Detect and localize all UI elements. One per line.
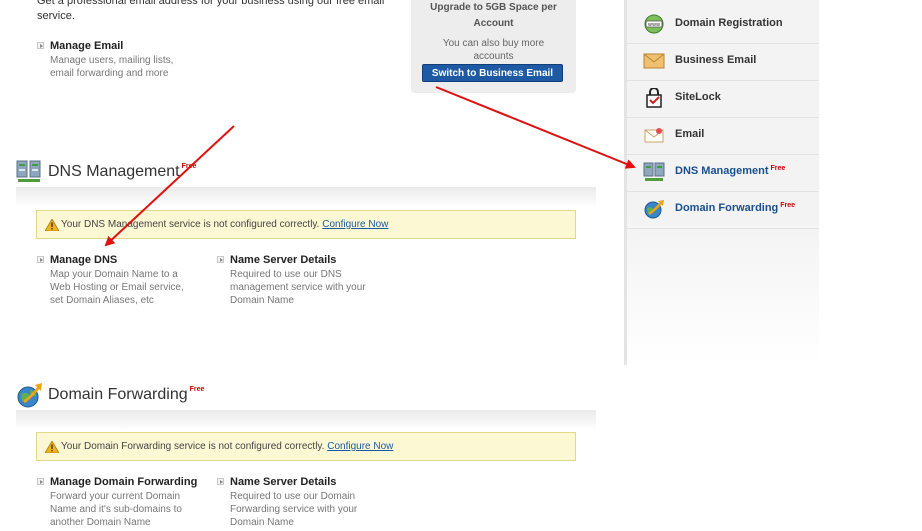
manage-email-desc: Manage users, mailing lists, email forwa… <box>50 55 174 79</box>
sidebar-item-label: Domain Registration <box>675 17 783 29</box>
email-icon <box>644 128 664 143</box>
bullet-arrow-icon <box>37 478 44 485</box>
dns-warning-text: Your DNS Management service is not confi… <box>61 219 320 230</box>
forwarding-configure-now-link[interactable]: Configure Now <box>327 441 393 452</box>
svg-text:www: www <box>648 22 660 28</box>
server-icon <box>16 160 41 182</box>
upgrade-subtitle: You can also buy more accounts <box>442 38 545 62</box>
manage-dns-desc: Map your Domain Name to a Web Hosting or… <box>50 269 184 306</box>
bullet-arrow-icon <box>217 256 224 263</box>
server-icon <box>643 162 665 181</box>
section-divider <box>16 410 596 430</box>
forwarding-name-server-title[interactable]: Name Server Details <box>230 476 397 488</box>
dns-section-title: DNS Management Free <box>48 163 197 180</box>
switch-to-business-email-button[interactable]: Switch to Business Email <box>422 64 563 82</box>
free-badge: Free <box>780 202 796 209</box>
forwarding-warning-banner: Your Domain Forwarding service is not co… <box>36 432 576 461</box>
dns-name-server-details-link[interactable]: Name Server Details Required to use our … <box>217 254 397 307</box>
forwarding-section-header: Domain Forwarding Free <box>16 380 596 410</box>
sidebar-item-label: DNS Management Free <box>675 165 786 177</box>
sidebar-item-label: SiteLock <box>675 91 721 103</box>
domain-registration-icon: www <box>644 14 664 34</box>
warning-icon <box>45 441 59 453</box>
free-badge: Free <box>181 163 197 170</box>
section-divider <box>16 187 596 207</box>
bullet-arrow-icon <box>37 256 44 263</box>
dns-section-header: DNS Management Free <box>16 157 596 187</box>
free-badge: Free <box>189 386 205 393</box>
sidebar-item-email[interactable]: Email <box>627 117 819 155</box>
email-intro-text: Get a professional email address for you… <box>37 0 385 22</box>
dns-warning-banner: Your DNS Management service is not confi… <box>36 210 576 239</box>
manage-domain-forwarding-desc: Forward your current Domain Name and it'… <box>50 491 182 528</box>
name-server-details-title[interactable]: Name Server Details <box>230 254 397 266</box>
globe-arrow-icon <box>644 200 664 219</box>
manage-domain-forwarding-link[interactable]: Manage Domain Forwarding Forward your cu… <box>37 476 207 529</box>
name-server-details-desc: Required to use our DNS management servi… <box>230 269 366 306</box>
forwarding-warning-text: Your Domain Forwarding service is not co… <box>61 441 325 452</box>
globe-arrow-icon <box>17 383 42 408</box>
bullet-arrow-icon <box>37 42 44 49</box>
upgrade-title: Upgrade to 5GB Space per Account <box>430 2 557 29</box>
manage-email-link[interactable]: Manage Email Manage users, mailing lists… <box>37 40 217 80</box>
annotation-arrow-to-sidebar-dns <box>435 86 636 169</box>
forwarding-section-title: Domain Forwarding Free <box>48 386 205 403</box>
sidebar-item-sitelock[interactable]: SiteLock <box>627 80 819 118</box>
free-badge: Free <box>770 165 786 172</box>
sidebar-item-domain-forwarding[interactable]: Domain Forwarding Free <box>627 191 819 229</box>
sidebar-item-label: Email <box>675 128 705 140</box>
manage-domain-forwarding-title[interactable]: Manage Domain Forwarding <box>50 476 207 488</box>
forwarding-name-server-details-link[interactable]: Name Server Details Required to use our … <box>217 476 397 529</box>
manage-email-title[interactable]: Manage Email <box>50 40 217 52</box>
sitelock-icon <box>646 88 662 108</box>
sidebar-item-domain-registration[interactable]: www Domain Registration <box>627 6 819 44</box>
upgrade-box: Upgrade to 5GB Space per Account You can… <box>411 0 576 93</box>
manage-dns-title[interactable]: Manage DNS <box>50 254 207 266</box>
envelope-icon <box>643 53 665 69</box>
forwarding-name-server-desc: Required to use our Domain Forwarding se… <box>230 491 358 528</box>
bullet-arrow-icon <box>217 478 224 485</box>
sidebar-item-business-email[interactable]: Business Email <box>627 43 819 81</box>
sidebar-item-label: Business Email <box>675 54 757 66</box>
services-sidebar: www Domain Registration Business Email S… <box>624 0 819 365</box>
sidebar-item-label: Domain Forwarding Free <box>675 202 796 214</box>
sidebar-item-dns-management[interactable]: DNS Management Free <box>627 154 819 192</box>
warning-icon <box>45 219 59 231</box>
dns-configure-now-link[interactable]: Configure Now <box>322 219 388 230</box>
manage-dns-link[interactable]: Manage DNS Map your Domain Name to a Web… <box>37 254 207 307</box>
